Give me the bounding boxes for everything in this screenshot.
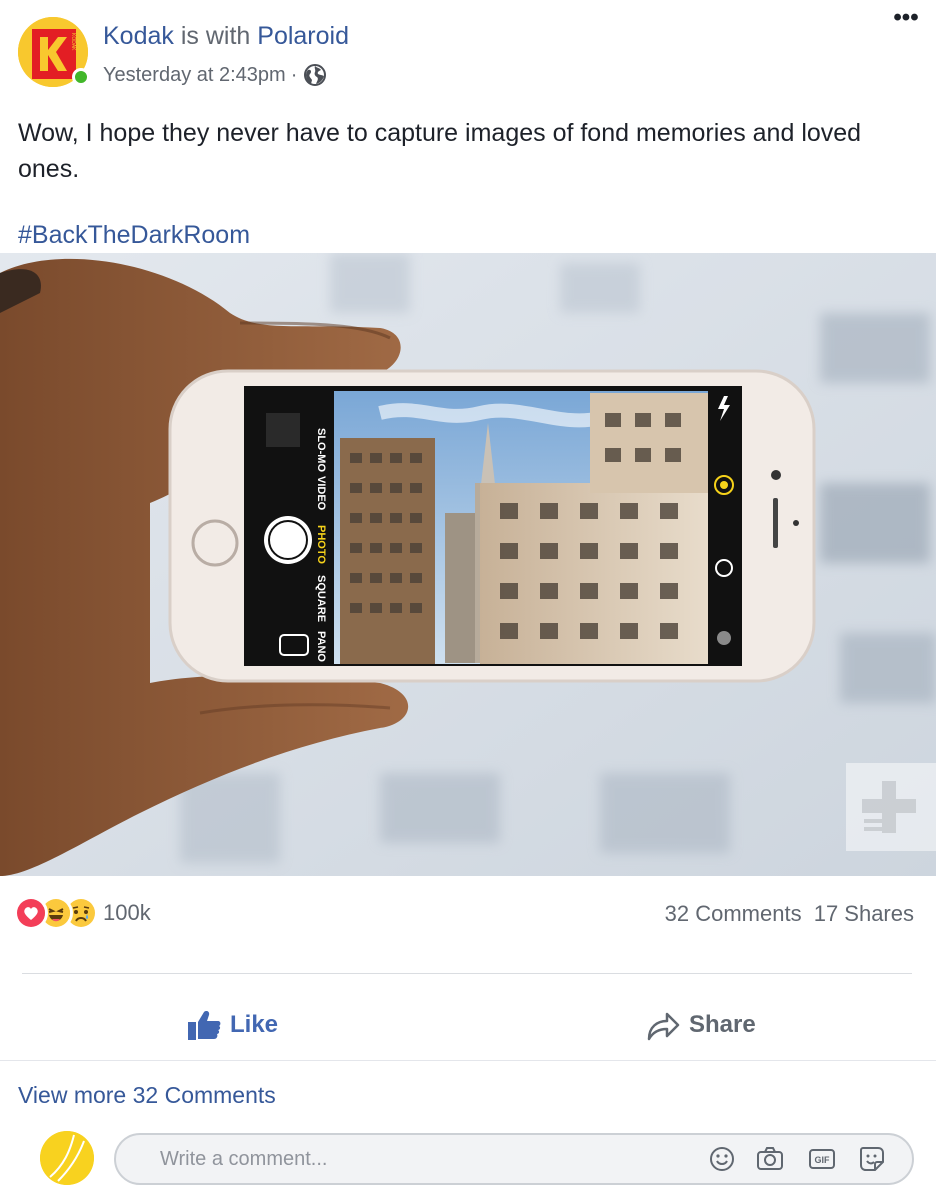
shutter-button: [264, 516, 312, 564]
share-button[interactable]: Share: [645, 1000, 756, 1050]
divider: [22, 973, 912, 974]
shares-count[interactable]: 17 Shares: [814, 901, 914, 926]
view-more-comments-link[interactable]: View more 32 Comments: [18, 1082, 276, 1109]
author-link[interactable]: Kodak: [103, 22, 174, 50]
gif-icon[interactable]: GIF: [808, 1145, 836, 1173]
logo-text: KODAK: [70, 33, 76, 51]
camera-mode-video: VIDEO: [315, 476, 327, 511]
phone: SLO-MO VIDEO PHOTO SQUARE PANO: [168, 369, 816, 683]
reactions-summary[interactable]: 100k: [14, 896, 151, 930]
post-meta: Yesterday at 2:43pm ·: [103, 63, 327, 87]
online-status-dot: [72, 68, 90, 86]
like-label: Like: [230, 1011, 279, 1038]
like-button[interactable]: Like: [186, 1000, 278, 1050]
with-text: is with: [180, 22, 251, 50]
camera-mode-square: SQUARE: [315, 575, 327, 622]
share-icon: [647, 1012, 680, 1041]
sticker-icon[interactable]: [858, 1145, 886, 1173]
watermark-icon: [846, 763, 936, 851]
hashtag-link[interactable]: #BackTheDarkRoom: [18, 221, 250, 250]
camera-icon[interactable]: [756, 1145, 784, 1173]
camera-mode-slo-mo: SLO-MO: [315, 428, 327, 472]
svg-text:GIF: GIF: [815, 1155, 831, 1165]
comment-input[interactable]: [160, 1135, 680, 1183]
post-header: KODAK Kodak is with Polaroid Yesterday a…: [0, 0, 936, 100]
tagged-link[interactable]: Polaroid: [257, 22, 349, 50]
post-photo[interactable]: SLO-MO VIDEO PHOTO SQUARE PANO: [0, 253, 936, 876]
like-icon: [188, 1011, 221, 1040]
post-title: Kodak is with Polaroid: [103, 22, 349, 51]
meta-separator: ·: [290, 63, 298, 86]
globe-icon[interactable]: [303, 63, 327, 87]
engagement-counts: 32 Comments 17 Shares: [665, 901, 914, 927]
share-label: Share: [689, 1011, 756, 1038]
love-reaction-icon: [14, 896, 48, 930]
more-options-icon[interactable]: •••: [890, 6, 922, 32]
timestamp-link[interactable]: Yesterday at 2:43pm: [103, 64, 286, 87]
camera-mode-pano: PANO: [315, 631, 327, 662]
camera-mode-photo: PHOTO: [315, 525, 327, 564]
reaction-count[interactable]: 100k: [103, 900, 151, 926]
divider: [0, 1060, 936, 1061]
emoji-icon[interactable]: [708, 1145, 736, 1173]
comment-box: GIF: [114, 1133, 914, 1185]
user-avatar[interactable]: [40, 1131, 94, 1185]
comments-count[interactable]: 32 Comments: [665, 901, 802, 926]
post-text: Wow, I hope they never have to capture i…: [18, 119, 862, 183]
